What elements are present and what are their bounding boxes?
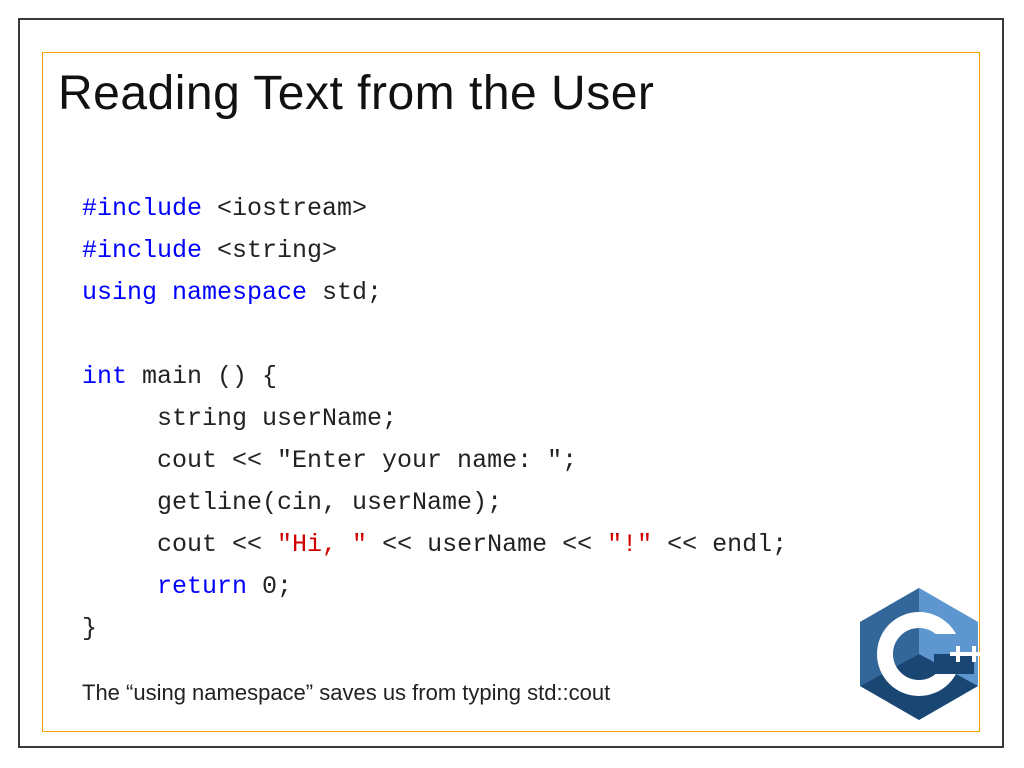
code-text: getline(cin, userName); [82,488,502,517]
code-keyword: int [82,362,127,391]
code-text: <iostream> [202,194,367,223]
code-text: } [82,614,97,643]
code-string: "!" [607,530,652,559]
code-text: cout << "Enter your name: "; [82,446,577,475]
code-text: main () { [127,362,277,391]
slide-title: Reading Text from the User [58,66,654,121]
code-keyword: #include [82,236,202,265]
code-block: #include <iostream> #include <string> us… [82,146,787,650]
code-string: "Hi, " [277,530,367,559]
code-text: << endl; [652,530,787,559]
code-keyword: return [82,572,247,601]
code-text: std; [307,278,382,307]
code-text: <string> [202,236,337,265]
cpp-logo-icon [854,584,984,724]
code-keyword: using namespace [82,278,307,307]
code-keyword: #include [82,194,202,223]
code-text: << userName << [367,530,607,559]
code-text: 0; [247,572,292,601]
code-text: string userName; [82,404,397,433]
code-text: cout << [82,530,277,559]
footer-note: The “using namespace” saves us from typi… [82,680,610,706]
